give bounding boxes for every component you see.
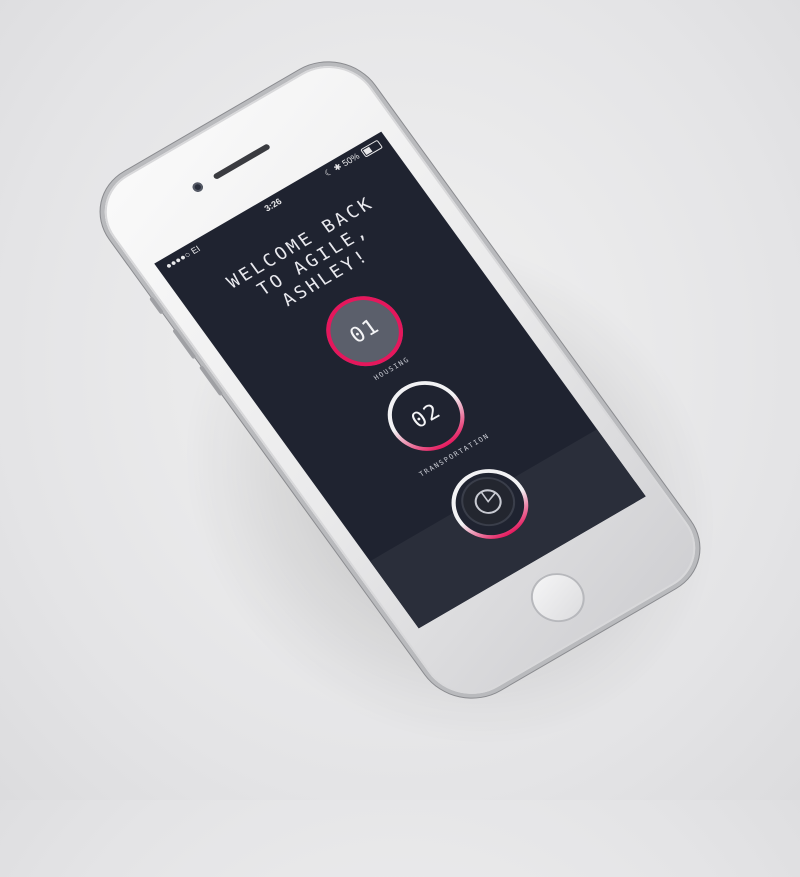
battery-icon (359, 139, 383, 158)
phone-mockup: ●●●●○ EI 3:26 ☾ ✱ 50% WELCOME BACK TO AG… (85, 49, 715, 711)
product-photo: ●●●●○ EI 3:26 ☾ ✱ 50% WELCOME BACK TO AG… (0, 0, 800, 877)
phone-mockup-wrap: ●●●●○ EI 3:26 ☾ ✱ 50% WELCOME BACK TO AG… (0, 0, 800, 800)
battery-fill (362, 146, 373, 155)
step-2-number: 02 (406, 398, 446, 434)
